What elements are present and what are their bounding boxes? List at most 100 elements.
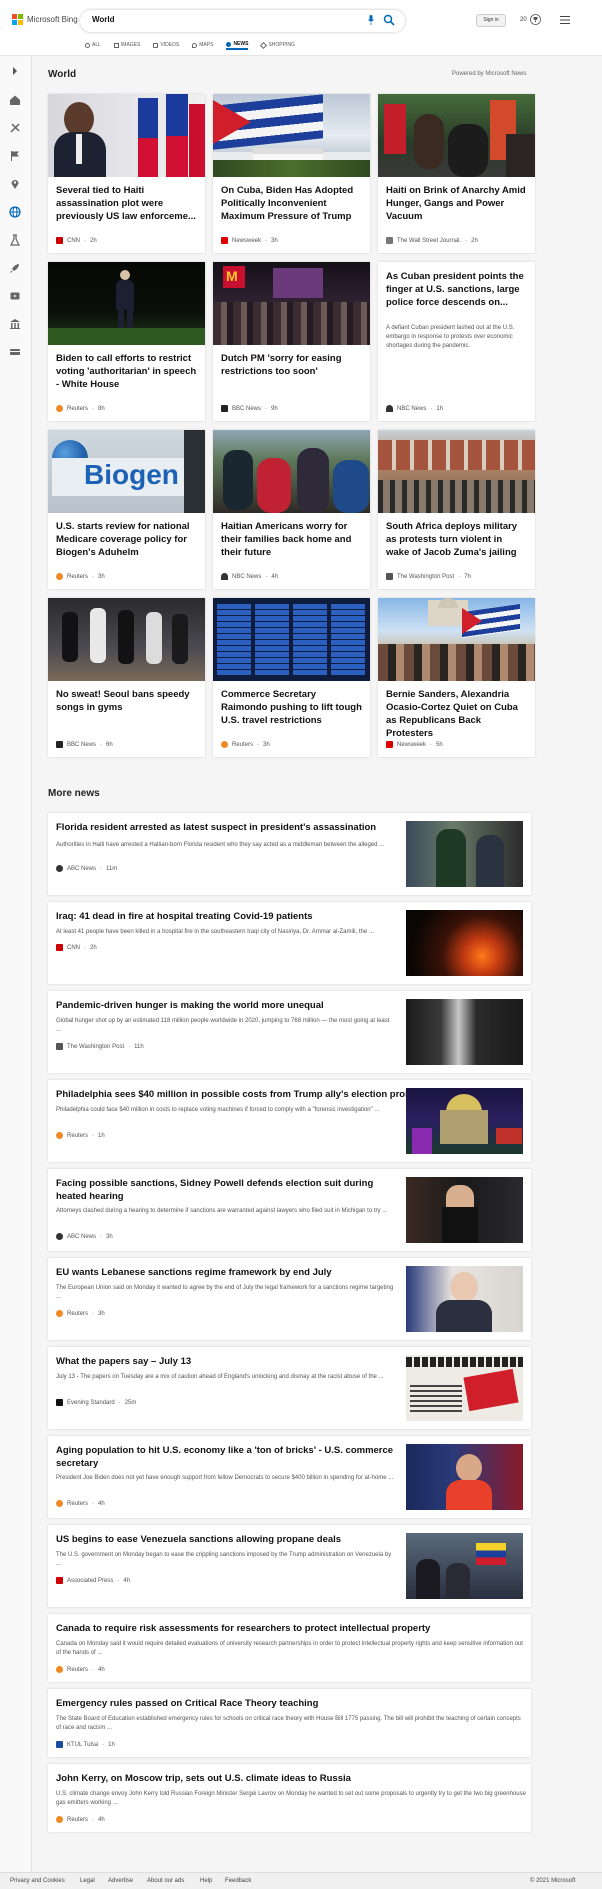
building-icon[interactable] [9, 318, 21, 330]
more-news-item[interactable]: Canada to require risk assessments for r… [48, 1614, 531, 1682]
tab-maps[interactable]: MAPS [192, 40, 213, 50]
item-time: 4h [123, 1577, 131, 1584]
more-news-item[interactable]: Facing possible sanctions, Sidney Powell… [48, 1169, 531, 1251]
video-icon[interactable] [9, 290, 21, 302]
card-title[interactable]: Haiti on Brink of Anarchy Amid Hunger, G… [386, 184, 527, 223]
news-card[interactable]: As Cuban president points the finger at … [378, 262, 535, 421]
hamburger-menu-icon[interactable] [560, 16, 570, 24]
microphone-icon[interactable] [368, 15, 374, 25]
tab-label: ALL [92, 42, 101, 48]
reuters-logo-icon [221, 741, 228, 748]
sports-icon[interactable] [9, 122, 21, 134]
more-news-item[interactable]: Emergency rules passed on Critical Race … [48, 1689, 531, 1757]
card-meta: Reuters · 3h [56, 573, 105, 580]
item-title[interactable]: Facing possible sanctions, Sidney Powell… [56, 1177, 396, 1203]
item-title[interactable]: Canada to require risk assessments for r… [56, 1622, 430, 1635]
more-news-item[interactable]: Florida resident arrested as latest susp… [48, 813, 531, 895]
item-snippet: Attorneys clashed during a hearing to de… [56, 1208, 388, 1214]
tab-shopping[interactable]: SHOPPING [260, 40, 295, 50]
news-card[interactable]: On Cuba, Biden Has Adopted Politically I… [213, 94, 370, 253]
item-title[interactable]: John Kerry, on Moscow trip, sets out U.S… [56, 1772, 351, 1785]
more-news-item[interactable]: Pandemic-driven hunger is making the wor… [48, 991, 531, 1073]
card-title[interactable]: U.S. starts review for national Medicare… [56, 520, 197, 559]
item-title[interactable]: Pandemic-driven hunger is making the wor… [56, 999, 324, 1012]
item-time: 1h [98, 1132, 105, 1139]
tab-label: MAPS [199, 42, 214, 48]
footer-link-about-ads[interactable]: About our ads [147, 1878, 184, 1884]
search-icon[interactable] [383, 14, 395, 26]
science-icon[interactable] [9, 234, 21, 246]
footer-link-advertise[interactable]: Advertise [108, 1878, 133, 1884]
news-card[interactable]: Bernie Sanders, Alexandria Ocasio-Cortez… [378, 598, 535, 757]
tab-images[interactable]: IMAGES [113, 40, 140, 50]
more-news-item[interactable]: US begins to ease Venezuela sanctions al… [48, 1525, 531, 1607]
top-header: Microsoft Bing World Sign in 20 ALL IMAG… [0, 0, 602, 56]
item-title[interactable]: EU wants Lebanese sanctions regime frame… [56, 1266, 332, 1279]
item-snippet: July 13 - The papers on Tuesday are a mi… [56, 1374, 384, 1380]
item-title[interactable]: Emergency rules passed on Critical Race … [56, 1697, 318, 1710]
card-title[interactable]: Haitian Americans worry for their famili… [221, 520, 362, 559]
item-title[interactable]: Philadelphia sees $40 million in possibl… [56, 1088, 416, 1101]
source-name: Newsweek [232, 237, 262, 244]
more-news-item[interactable]: What the papers say – July 13 July 13 - … [48, 1347, 531, 1429]
item-snippet: Canada on Monday said it would require d… [56, 1641, 523, 1656]
tab-news[interactable]: NEWS [226, 40, 249, 50]
footer-link-privacy[interactable]: Privacy and Cookies [10, 1878, 65, 1884]
source-name: NBC News [397, 405, 427, 412]
separator-dot: · [92, 1310, 95, 1317]
card-title[interactable]: Several tied to Haiti assassination plot… [56, 184, 197, 223]
item-title[interactable]: US begins to ease Venezuela sanctions al… [56, 1533, 341, 1546]
powered-by-label[interactable]: Powered by Microsoft News [452, 71, 526, 77]
source-name: ABC News [67, 865, 97, 872]
card-title[interactable]: Dutch PM 'sorry for easing restrictions … [221, 352, 362, 378]
tab-all[interactable]: ALL [85, 40, 101, 50]
news-card[interactable]: Biden to call efforts to restrict voting… [48, 262, 205, 421]
flag-icon[interactable] [9, 150, 21, 162]
news-card[interactable]: No sweat! Seoul bans speedy songs in gym… [48, 598, 205, 757]
news-card[interactable]: Biogen U.S. starts review for national M… [48, 430, 205, 589]
more-news-item[interactable]: Iraq: 41 dead in fire at hospital treati… [48, 902, 531, 984]
card-title[interactable]: South Africa deploys military as protest… [386, 520, 527, 559]
more-news-item[interactable]: Philadelphia sees $40 million in possibl… [48, 1080, 531, 1162]
card-title[interactable]: As Cuban president points the finger at … [386, 270, 527, 309]
card-title[interactable]: Bernie Sanders, Alexandria Ocasio-Cortez… [386, 688, 527, 740]
expand-chevron-icon[interactable] [9, 65, 21, 77]
item-meta: Associated Press · 4h [56, 1577, 130, 1584]
news-card[interactable]: South Africa deploys military as protest… [378, 430, 535, 589]
money-icon[interactable] [9, 346, 21, 358]
location-icon[interactable] [9, 178, 21, 190]
item-title[interactable]: What the papers say – July 13 [56, 1355, 191, 1368]
globe-icon[interactable] [9, 206, 21, 218]
bbc-logo-icon [56, 741, 63, 748]
item-title[interactable]: Florida resident arrested as latest susp… [56, 821, 376, 834]
bing-logo[interactable]: Microsoft Bing [12, 14, 78, 25]
card-title[interactable]: No sweat! Seoul bans speedy songs in gym… [56, 688, 197, 714]
home-icon[interactable] [9, 94, 21, 106]
news-card[interactable]: Commerce Secretary Raimondo pushing to l… [213, 598, 370, 757]
news-card[interactable]: Haitian Americans worry for their famili… [213, 430, 370, 589]
more-news-item[interactable]: Aging population to hit U.S. economy lik… [48, 1436, 531, 1518]
card-time: 8h [98, 405, 105, 412]
more-news-item[interactable]: EU wants Lebanese sanctions regime frame… [48, 1258, 531, 1340]
rewards-count[interactable]: 20 [520, 17, 527, 23]
card-title[interactable]: Biden to call efforts to restrict voting… [56, 352, 197, 391]
item-title[interactable]: Iraq: 41 dead in fire at hospital treati… [56, 910, 313, 923]
news-thumbnail [406, 821, 523, 887]
item-meta: Reuters · 3h [56, 1310, 105, 1317]
rocket-icon[interactable] [9, 262, 21, 274]
card-title[interactable]: On Cuba, Biden Has Adopted Politically I… [221, 184, 362, 223]
search-box[interactable]: World [80, 10, 405, 32]
card-title[interactable]: Commerce Secretary Raimondo pushing to l… [221, 688, 362, 727]
tab-videos[interactable]: VIDEOS [153, 40, 179, 50]
item-title[interactable]: Aging population to hit U.S. economy lik… [56, 1444, 396, 1470]
footer-link-legal[interactable]: Legal [80, 1878, 95, 1884]
sign-in-button[interactable]: Sign in [476, 14, 506, 27]
news-card[interactable]: Haiti on Brink of Anarchy Amid Hunger, G… [378, 94, 535, 253]
news-card[interactable]: Several tied to Haiti assassination plot… [48, 94, 205, 253]
news-card[interactable]: M Dutch PM 'sorry for easing restriction… [213, 262, 370, 421]
footer-link-feedback[interactable]: Feedback [225, 1878, 251, 1884]
footer-link-help[interactable]: Help [200, 1878, 212, 1884]
rewards-trophy-icon[interactable] [530, 14, 541, 25]
more-news-item[interactable]: John Kerry, on Moscow trip, sets out U.S… [48, 1764, 531, 1832]
search-input[interactable]: World [92, 15, 115, 24]
